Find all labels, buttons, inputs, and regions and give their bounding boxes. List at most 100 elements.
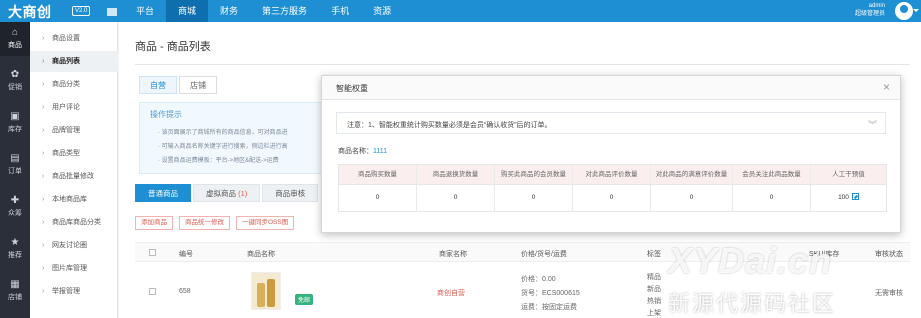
sidebar-item-reports[interactable]: 举报管理: [30, 281, 118, 302]
column-header: 对此商品的满意评价数量: [651, 165, 733, 184]
chevron-down-icon[interactable]: [913, 9, 919, 12]
edit-icon[interactable]: [851, 193, 859, 200]
top-nav-resources[interactable]: 资源: [361, 0, 403, 22]
logo[interactable]: 大商创: [8, 2, 52, 22]
select-all-checkbox[interactable]: [149, 249, 156, 256]
product-thumbnail[interactable]: [251, 272, 281, 310]
module-crowd[interactable]: ✚ 众筹: [0, 190, 30, 224]
module-label: 库存: [8, 126, 22, 133]
column-header: 审核状态: [875, 251, 903, 258]
row-price: 价格：0.00: [521, 276, 556, 283]
admin-info[interactable]: admin 超级管理员: [855, 2, 885, 18]
crowd-icon: ✚: [10, 195, 20, 206]
sidebar-item-local-library[interactable]: 本地商品库: [30, 189, 118, 210]
sidebar-item-goods-settings[interactable]: 商品设置: [30, 28, 118, 49]
column-header[interactable]: 编号: [179, 249, 193, 259]
admin-role: 超级管理员: [854, 11, 885, 17]
admin-name: admin: [868, 3, 885, 9]
column-header: 商品购买数量: [339, 165, 417, 184]
chevron-double-down-icon[interactable]: ︾: [868, 118, 877, 131]
tab-self-operated[interactable]: 自营: [139, 76, 177, 94]
row-tag[interactable]: 上架: [647, 308, 661, 318]
bulk-edit-button[interactable]: 商品统一修改: [179, 216, 230, 230]
product-name-label: 商品名称：: [338, 148, 373, 155]
tab-virtual-goods[interactable]: 虚拟商品 (1): [193, 184, 261, 202]
module-order[interactable]: ▤ 订单: [0, 148, 30, 182]
divider: [135, 64, 910, 65]
notice-text: 注意：1、智能权重统计购买数量必须是会员“确认收货”后的订单。: [347, 122, 552, 129]
column-header: 商品退换货数量: [417, 165, 495, 184]
menu-toggle-icon[interactable]: [107, 8, 117, 16]
top-nav-third-party[interactable]: 第三方服务: [250, 0, 319, 22]
row-freight: 运费：按固定运费: [521, 304, 577, 311]
tip-line: · 可输入商品名称关键字进行搜索，侧边栏进行高: [158, 144, 288, 150]
row-sn: 货号：ECS000615: [521, 290, 580, 297]
weight-table-header: 商品购买数量 商品退换货数量 购买此商品的会员数量 对此商品评价数量 对此商品的…: [339, 165, 886, 185]
tab-label: 普通商品: [148, 189, 178, 198]
weight-table-row: 0 0 0 0 0 0 100: [339, 185, 886, 211]
modal-header: 智能权重 ×: [322, 76, 900, 100]
version-badge: V2.0: [72, 6, 91, 16]
watermark-subtext: 新源代源码社区: [668, 291, 837, 316]
promo-icon: ✿: [10, 69, 20, 80]
module-label: 商品: [8, 42, 22, 49]
sidebar-item-image-library[interactable]: 图片库管理: [30, 258, 118, 279]
modal-title: 智能权重: [336, 84, 368, 93]
notice-box: 注意：1、智能权重统计购买数量必须是会员“确认收货”后的订单。 ︾: [336, 112, 886, 134]
top-nav-platform[interactable]: 平台: [124, 0, 166, 22]
sidebar-item-goods-type[interactable]: 商品类型: [30, 143, 118, 164]
avatar[interactable]: [895, 2, 913, 20]
row-tag[interactable]: 新品: [647, 284, 661, 294]
shop-icon: ⌂: [11, 27, 19, 38]
module-stock[interactable]: ▣ 库存: [0, 106, 30, 140]
sidebar-item-library-category[interactable]: 商品库商品分类: [30, 212, 118, 233]
close-icon[interactable]: ×: [883, 81, 890, 93]
cell: 0: [733, 185, 811, 211]
sidebar-item-brands[interactable]: 品牌管理: [30, 120, 118, 141]
row-status: 无需审核: [875, 290, 903, 297]
tab-goods-review[interactable]: 商品审核: [262, 184, 319, 202]
module-label: 店铺: [8, 294, 22, 301]
column-header: 购买此商品的会员数量: [495, 165, 573, 184]
module-store[interactable]: ▦ 店铺: [0, 274, 30, 308]
column-header: 会员关注此商品数量: [733, 165, 811, 184]
top-nav: 平台 商城 财务 第三方服务 手机 资源: [124, 0, 403, 22]
module-promo[interactable]: ✿ 促销: [0, 64, 30, 98]
row-shop[interactable]: 商创自营: [437, 288, 465, 298]
column-header[interactable]: 价格/货号/运费: [521, 249, 567, 259]
order-icon: ▤: [10, 153, 20, 164]
sidebar-item-discussion[interactable]: 网友讨论圈: [30, 235, 118, 256]
module-label: 众筹: [8, 210, 22, 217]
product-name: 商品名称：1111: [338, 146, 387, 156]
column-header: 标签: [647, 251, 661, 258]
cell: 0: [651, 185, 733, 211]
column-header: 商家名称: [439, 251, 467, 258]
manual-weight-cell: 100: [811, 185, 886, 211]
row-tag[interactable]: 精品: [647, 272, 661, 282]
cell: 0: [495, 185, 573, 211]
module-recommend[interactable]: ★ 推荐: [0, 232, 30, 266]
top-nav-mall[interactable]: 商城: [166, 0, 209, 22]
add-goods-button[interactable]: 添加商品: [135, 216, 173, 230]
store-icon: ▦: [10, 279, 20, 290]
page-title: 商品 - 商品列表: [135, 41, 211, 53]
sync-oss-button[interactable]: 一键同步OSS图: [236, 216, 295, 230]
sidebar-item-user-comments[interactable]: 用户评论: [30, 97, 118, 118]
module-label: 推荐: [8, 252, 22, 259]
weight-table: 商品购买数量 商品退换货数量 购买此商品的会员数量 对此商品评价数量 对此商品的…: [338, 164, 887, 212]
sidebar-item-batch-edit[interactable]: 商品批量修改: [30, 166, 118, 187]
sidebar-item-goods-list[interactable]: 商品列表: [30, 51, 119, 72]
tab-stores[interactable]: 店铺: [179, 76, 217, 94]
smart-weight-modal: 智能权重 × 注意：1、智能权重统计购买数量必须是会员“确认收货”后的订单。 ︾…: [321, 75, 901, 233]
tip-line: · 设置商品运费模板：平台->地区&配送->运费: [158, 158, 279, 164]
module-goods[interactable]: ⌂ 商品: [0, 22, 30, 56]
top-nav-mobile[interactable]: 手机: [319, 0, 361, 22]
tips-title: 操作提示: [150, 110, 182, 119]
sidebar-item-goods-category[interactable]: 商品分类: [30, 74, 118, 95]
action-buttons: 添加商品 商品统一修改 一键同步OSS图: [135, 216, 300, 230]
row-checkbox[interactable]: [149, 288, 156, 295]
tab-normal-goods[interactable]: 普通商品: [135, 184, 191, 202]
row-tag[interactable]: 热销: [647, 296, 661, 306]
top-nav-finance[interactable]: 财务: [208, 0, 250, 22]
cell: 0: [339, 185, 417, 211]
